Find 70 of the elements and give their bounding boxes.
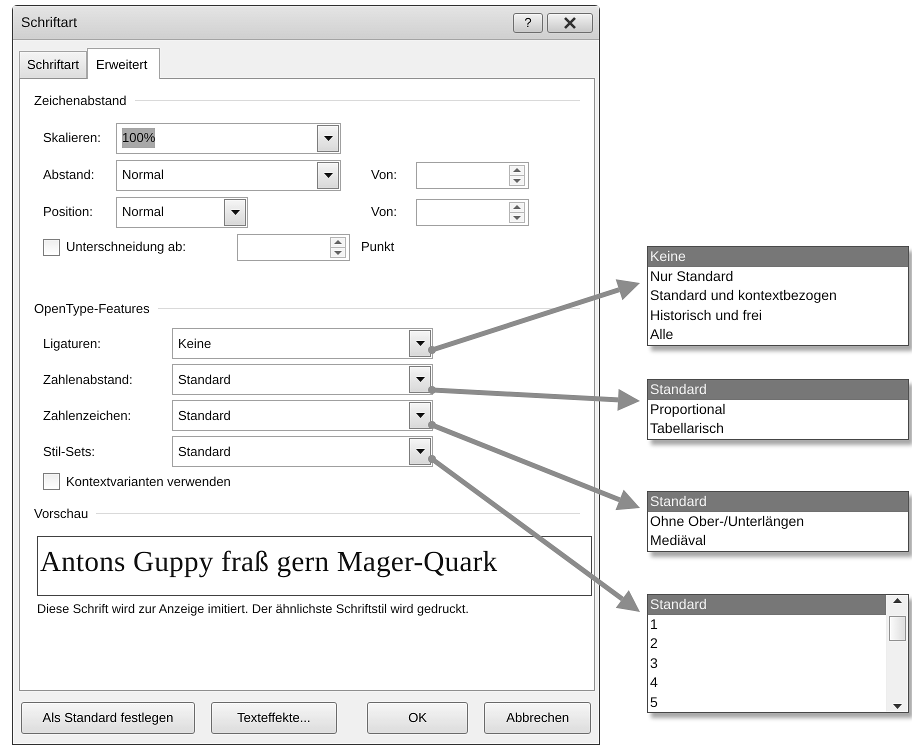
field-label: Stil-Sets: [43, 442, 96, 461]
list-item[interactable]: 4 [648, 673, 886, 692]
scroll-thumb[interactable] [889, 616, 906, 641]
list-item[interactable]: Standard [648, 595, 886, 614]
field-label: Von: [371, 203, 398, 222]
section-heading: Zeichenabstand [34, 92, 127, 110]
caret-icon [416, 377, 424, 382]
close-icon [563, 16, 577, 28]
tab[interactable]: Erweitert [87, 48, 160, 79]
checkbox-label: Unterschneidung ab: [66, 238, 187, 256]
scroll-down-icon[interactable] [893, 704, 902, 709]
list-item[interactable]: 2 [648, 634, 886, 654]
list-item[interactable]: 1 [648, 614, 886, 634]
close-button[interactable] [547, 12, 593, 32]
dialog-button[interactable]: Texteffekte... [210, 702, 337, 734]
list-item[interactable]: Standard [648, 492, 908, 512]
spinner-arrows-icon [330, 236, 346, 258]
list-item[interactable]: Keine [648, 247, 908, 266]
dropdown-field[interactable]: Normal [116, 160, 341, 190]
preview-box: Antons Guppy fraß gern Mager-Quark [37, 536, 592, 596]
field-label: Position: [43, 203, 94, 222]
field-label: Ligaturen: [43, 334, 102, 353]
spin-field[interactable] [416, 198, 529, 226]
field-label: Abstand: [43, 166, 96, 184]
field-label: Skalieren: [43, 129, 102, 148]
list-item[interactable]: Standard [648, 380, 908, 400]
checkbox[interactable] [43, 238, 60, 256]
list-item[interactable]: Standard und kontextbezogen [648, 286, 908, 306]
help-button[interactable]: ? [513, 12, 543, 32]
list-item[interactable]: Proportional [648, 400, 908, 419]
list-item[interactable]: Ohne Ober-/Unterlängen [648, 512, 908, 531]
list-item[interactable]: Nur Standard [648, 266, 908, 286]
dropdown-field[interactable]: 100% [116, 122, 341, 154]
spinner-arrows-icon [509, 164, 525, 186]
dialog-button[interactable]: Abbrechen [484, 702, 591, 734]
list-item[interactable]: Alle [648, 325, 908, 344]
caret-icon [416, 341, 424, 346]
field-label: Zahlenzeichen: [43, 406, 132, 425]
dropdown-field[interactable]: Standard [172, 400, 433, 431]
dropdown-field[interactable]: Standard [172, 436, 433, 467]
section-heading: Vorschau [34, 504, 88, 522]
list-item[interactable]: Tabellarisch [648, 419, 908, 438]
dropdown-field[interactable]: Standard [172, 364, 433, 395]
field-label: Zahlenabstand: [43, 370, 134, 389]
caret-icon [416, 449, 424, 454]
caret-icon [230, 210, 240, 214]
list-item[interactable]: 3 [648, 654, 886, 673]
list-item[interactable]: 5 [648, 692, 886, 712]
section-heading: OpenType-Features [34, 300, 150, 318]
dialog-button[interactable]: Als Standard festlegen [21, 702, 195, 734]
spin-field[interactable] [416, 162, 529, 188]
preview-note: Diese Schrift wird zur Anzeige imitiert. Der ähnlichste Schriftstil wird gedruckt. [37, 601, 470, 618]
caret-icon [416, 413, 424, 418]
scroll-up-icon[interactable] [893, 598, 902, 603]
scrollbar[interactable] [886, 595, 908, 712]
checkbox-label: Kontextvarianten verwenden [66, 473, 231, 491]
window-title: Schriftart [21, 13, 78, 32]
caret-icon [324, 172, 332, 178]
tab[interactable]: Schriftart [19, 51, 88, 78]
list-item[interactable]: Mediäval [648, 531, 908, 550]
unit-label: Punkt [361, 238, 394, 256]
dialog-button[interactable]: OK [366, 702, 468, 734]
dropdown-field[interactable]: Normal [116, 196, 248, 228]
spinner-arrows-icon [509, 202, 525, 222]
checkbox[interactable] [43, 473, 60, 490]
caret-icon [324, 136, 332, 140]
field-label: Von: [371, 166, 398, 184]
dropdown-field[interactable]: Keine [172, 328, 433, 359]
list-item[interactable]: Historisch und frei [648, 306, 908, 325]
spin-field[interactable] [237, 234, 350, 260]
